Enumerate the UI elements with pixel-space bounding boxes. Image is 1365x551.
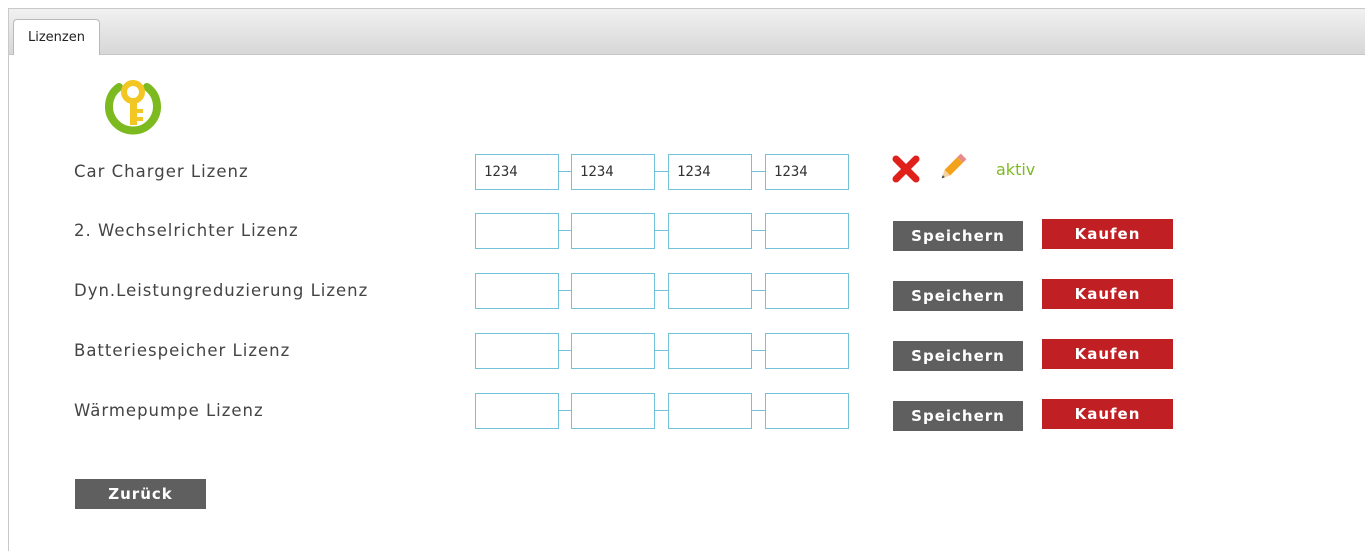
buy-button[interactable]: Kaufen <box>1042 279 1173 309</box>
segment-separator <box>655 410 669 411</box>
segment-separator <box>655 350 669 351</box>
buy-button[interactable]: Kaufen <box>1042 219 1173 249</box>
license-key-segment-2[interactable] <box>571 213 655 249</box>
license-key-segment-2[interactable] <box>571 333 655 369</box>
segment-separator <box>752 410 766 411</box>
license-key-segment-4[interactable] <box>765 273 849 309</box>
segment-separator <box>655 230 669 231</box>
key-power-icon <box>105 80 161 135</box>
license-key-segment-1[interactable] <box>475 273 559 309</box>
buy-button[interactable]: Kaufen <box>1042 339 1173 369</box>
license-label: Dyn.Leistungreduzierung Lizenz <box>74 281 369 300</box>
license-key-segment-2[interactable] <box>571 393 655 429</box>
save-button[interactable]: Speichern <box>893 221 1023 251</box>
license-key-segment-3[interactable] <box>668 273 752 309</box>
segment-separator <box>752 171 766 172</box>
license-key-segment-4[interactable] <box>765 213 849 249</box>
license-key-segment-3[interactable] <box>668 333 752 369</box>
license-key-segment-3[interactable] <box>668 393 752 429</box>
license-label: Wärmepumpe Lizenz <box>74 401 264 420</box>
license-row: Car Charger Lizenz aktiv <box>0 152 1300 190</box>
save-button[interactable]: Speichern <box>893 401 1023 431</box>
segment-separator <box>655 290 669 291</box>
license-key-segment-3[interactable] <box>668 213 752 249</box>
segment-separator <box>655 171 669 172</box>
tab-bar: Lizenzen <box>9 9 1365 55</box>
license-key-segment-4[interactable] <box>765 333 849 369</box>
save-button[interactable]: Speichern <box>893 341 1023 371</box>
license-row: 2. Wechselrichter Lizenz Speichern Kaufen <box>0 213 1300 251</box>
license-key-segment-2[interactable] <box>571 154 655 190</box>
license-key-segment-4[interactable] <box>765 393 849 429</box>
license-label: Car Charger Lizenz <box>74 162 249 181</box>
license-row: Wärmepumpe Lizenz Speichern Kaufen <box>0 393 1300 431</box>
license-key-segment-3[interactable] <box>668 154 752 190</box>
license-key-segment-1[interactable] <box>475 393 559 429</box>
pencil-icon[interactable] <box>936 150 970 184</box>
tab-lizenzen[interactable]: Lizenzen <box>13 19 100 55</box>
license-key-segment-1[interactable] <box>475 154 559 190</box>
license-key-segment-4[interactable] <box>765 154 849 190</box>
license-row: Batteriespeicher Lizenz Speichern Kaufen <box>0 333 1300 371</box>
segment-separator <box>752 230 766 231</box>
buy-button[interactable]: Kaufen <box>1042 399 1173 429</box>
license-key-segment-2[interactable] <box>571 273 655 309</box>
segment-separator <box>752 350 766 351</box>
license-label: 2. Wechselrichter Lizenz <box>74 221 299 240</box>
save-button[interactable]: Speichern <box>893 281 1023 311</box>
license-key-segment-1[interactable] <box>475 333 559 369</box>
license-row: Dyn.Leistungreduzierung Lizenz Speichern K… <box>0 273 1300 311</box>
license-key-segment-1[interactable] <box>475 213 559 249</box>
segment-separator <box>752 290 766 291</box>
back-button[interactable]: Zurück <box>75 479 206 509</box>
license-label: Batteriespeicher Lizenz <box>74 341 291 360</box>
license-status: aktiv <box>996 160 1036 179</box>
delete-x-icon[interactable] <box>889 152 923 186</box>
